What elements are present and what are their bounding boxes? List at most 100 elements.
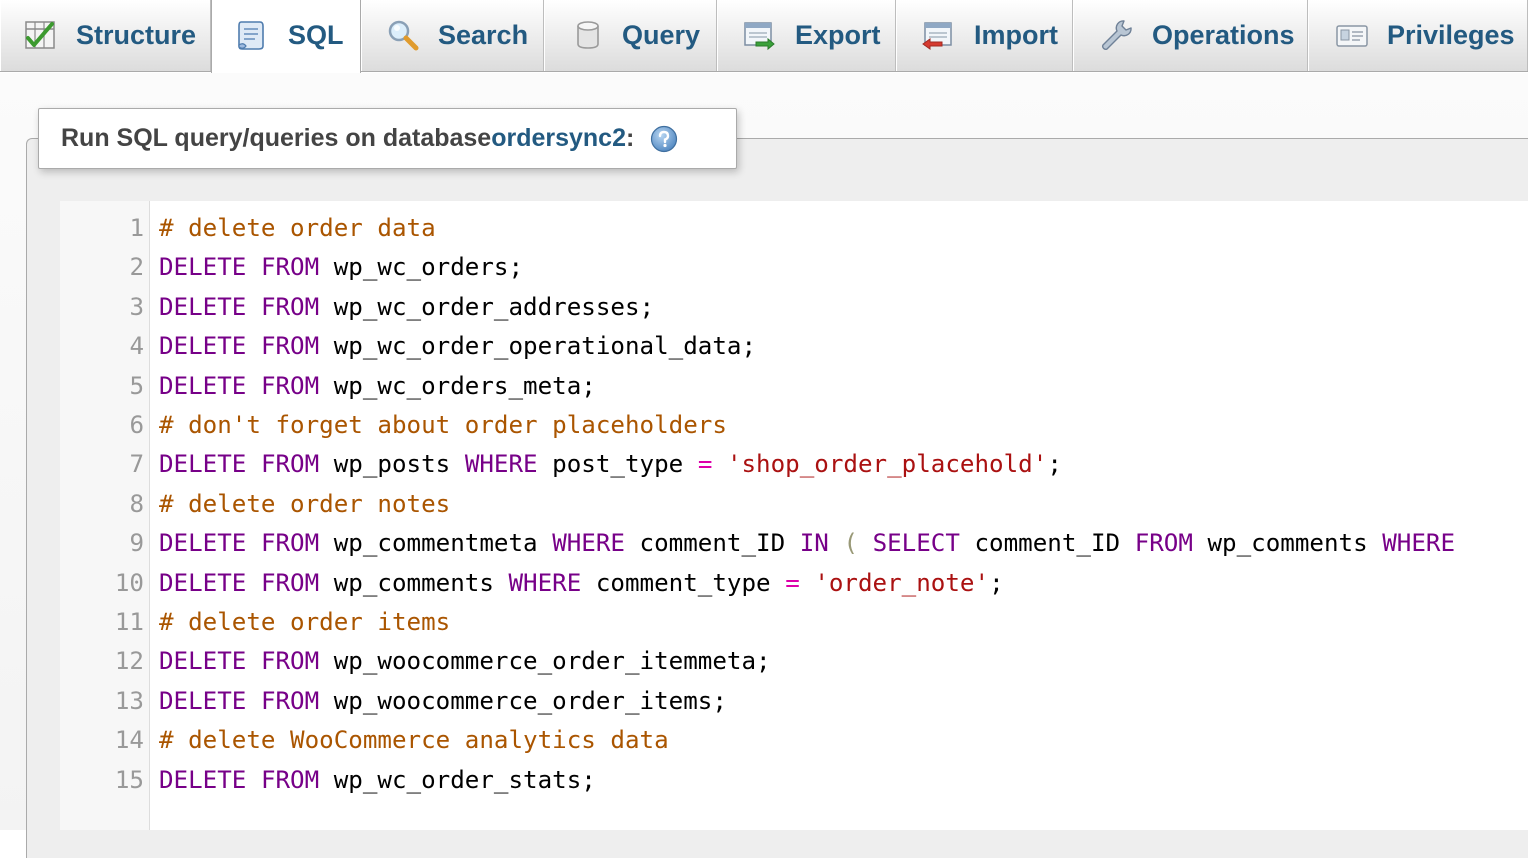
line-code: DELETE FROM wp_wc_orders;	[159, 248, 523, 287]
code-line[interactable]: 12 DELETE FROM wp_woocommerce_order_itemm…	[60, 642, 1528, 681]
sql-identifier: wp_wc_orders;	[319, 253, 524, 282]
tab-bar: Structure SQL Search Query Export Import…	[0, 0, 1528, 73]
sql-keyword: DELETE	[159, 529, 247, 558]
line-number: 10	[114, 568, 144, 597]
code-line[interactable]: 11 # delete order items	[60, 603, 1528, 642]
sql-comment: # delete order notes	[159, 489, 451, 518]
sql-keyword: FROM	[260, 332, 320, 361]
sql-identifier: comment_ID	[625, 529, 800, 558]
code-line[interactable]: 13 DELETE FROM wp_woocommerce_order_items…	[60, 682, 1528, 721]
sql-operator: =	[697, 450, 713, 479]
sql-query-legend: Run SQL query/queries on database orders…	[38, 108, 737, 169]
code-line[interactable]: 2 DELETE FROM wp_wc_orders;	[60, 248, 1528, 287]
code-line[interactable]: 14 # delete WooCommerce analytics data	[60, 721, 1528, 760]
sql-comment: # delete order items	[159, 608, 451, 636]
sql-keyword: DELETE	[159, 686, 247, 715]
sql-identifier: wp_posts	[319, 450, 465, 479]
tab-label: Import	[974, 20, 1058, 50]
tab-label: Structure	[76, 20, 197, 50]
line-code: DELETE FROM wp_wc_order_addresses;	[159, 288, 654, 327]
tab-structure[interactable]: Structure	[0, 0, 211, 71]
help-icon[interactable]	[650, 125, 678, 153]
tab-export[interactable]: Export	[717, 0, 896, 71]
code-line[interactable]: 5 DELETE FROM wp_wc_orders_meta;	[60, 367, 1528, 406]
code-line[interactable]: 1 # delete order data	[60, 209, 1528, 248]
tab-privileges[interactable]: Privileges	[1308, 0, 1528, 71]
sql-keyword: FROM	[260, 686, 320, 715]
sql-identifier: comment_ID	[959, 529, 1135, 558]
sql-scroll-icon	[238, 21, 264, 50]
code-line[interactable]: 9 DELETE FROM wp_commentmeta WHERE commen…	[60, 524, 1528, 563]
sql-identifier: ;	[989, 568, 1004, 597]
sql-identifier	[246, 450, 261, 478]
tab-import[interactable]: Import	[896, 0, 1073, 71]
code-line[interactable]: 3 DELETE FROM wp_wc_order_addresses;	[60, 288, 1528, 327]
sql-keyword: DELETE	[159, 450, 247, 479]
line-code: DELETE FROM wp_wc_orders_meta;	[159, 367, 596, 406]
sql-keyword: WHERE	[552, 529, 625, 558]
line-code: # delete order data	[159, 209, 436, 248]
legend-colon: :	[626, 124, 635, 152]
sql-keyword: DELETE	[159, 332, 247, 361]
tab-sql[interactable]: SQL	[211, 0, 361, 73]
sql-identifier	[246, 372, 261, 400]
sql-keyword: DELETE	[159, 568, 247, 597]
code-line[interactable]: 10 DELETE FROM wp_comments WHERE comment_…	[60, 564, 1528, 603]
line-code: DELETE FROM wp_woocommerce_order_items;	[159, 682, 727, 721]
sql-string: 'order_note'	[814, 568, 990, 597]
tab-query[interactable]: Query	[544, 0, 717, 71]
sql-identifier: ;	[1047, 450, 1062, 479]
sql-keyword: FROM	[260, 568, 320, 597]
tab-search[interactable]: Search	[361, 0, 544, 71]
sql-identifier	[246, 293, 261, 321]
sql-identifier	[246, 647, 261, 675]
sql-comment: # delete order data	[159, 214, 436, 242]
line-number: 6	[129, 411, 144, 439]
sql-identifier: comment_type	[581, 568, 786, 597]
sql-identifier: wp_comments	[319, 568, 509, 597]
code-line[interactable]: 15 DELETE FROM wp_wc_order_stats;	[60, 761, 1528, 800]
code-line[interactable]: 4 DELETE FROM wp_wc_order_operational_dat…	[60, 327, 1528, 366]
code-line[interactable]: 8 # delete order notes	[60, 485, 1528, 524]
line-code: # delete WooCommerce analytics data	[159, 721, 669, 760]
sql-identifier	[246, 253, 261, 281]
line-number: 1	[129, 214, 144, 242]
sql-identifier: wp_commentmeta	[319, 529, 553, 558]
sql-keyword: WHERE	[1382, 529, 1456, 558]
line-code: DELETE FROM wp_posts WHERE post_type = '…	[159, 445, 1062, 484]
sql-keyword: FROM	[260, 450, 320, 479]
sql-keyword: DELETE	[159, 765, 247, 794]
sql-paren: (	[843, 529, 858, 558]
sql-identifier: wp_wc_orders_meta;	[319, 371, 596, 400]
wrench-icon	[1102, 20, 1132, 50]
line-code: # don't forget about order placeholders	[159, 406, 727, 445]
magnifier-icon	[388, 20, 419, 51]
line-number: 2	[129, 253, 144, 282]
line-number: 12	[114, 647, 144, 676]
database-name[interactable]: ordersync2	[491, 124, 626, 153]
sql-keyword: FROM	[260, 647, 320, 676]
tab-operations[interactable]: Operations	[1073, 0, 1308, 71]
code-line[interactable]: 7 DELETE FROM wp_posts WHERE post_type = …	[60, 445, 1528, 484]
sql-identifier: wp_wc_order_addresses;	[319, 292, 655, 321]
legend-text: Run SQL query/queries on database	[61, 124, 492, 152]
line-number: 11	[114, 608, 144, 636]
sql-keyword: FROM	[260, 292, 320, 321]
code-line[interactable]: 6 # don't forget about order placeholders	[60, 406, 1528, 445]
sql-identifier	[246, 766, 261, 794]
id-card-icon	[1336, 25, 1368, 47]
sql-keyword: SELECT	[872, 529, 960, 558]
sql-identifier: wp_woocommerce_order_items;	[319, 686, 727, 715]
database-cylinder-icon	[577, 21, 599, 49]
tab-label: SQL	[288, 20, 344, 50]
sql-keyword: WHERE	[508, 568, 582, 597]
export-icon	[744, 22, 775, 51]
tab-label: Operations	[1152, 20, 1295, 50]
line-code: DELETE FROM wp_woocommerce_order_itemmet…	[159, 642, 771, 681]
import-icon	[922, 22, 952, 50]
sql-keyword: DELETE	[159, 292, 247, 321]
line-number: 9	[129, 529, 144, 558]
sql-keyword: FROM	[1134, 529, 1193, 558]
sql-editor[interactable]: 1 # delete order data 2 DELETE FROM wp_wc_o…	[60, 201, 1528, 830]
line-number: 5	[129, 371, 144, 400]
